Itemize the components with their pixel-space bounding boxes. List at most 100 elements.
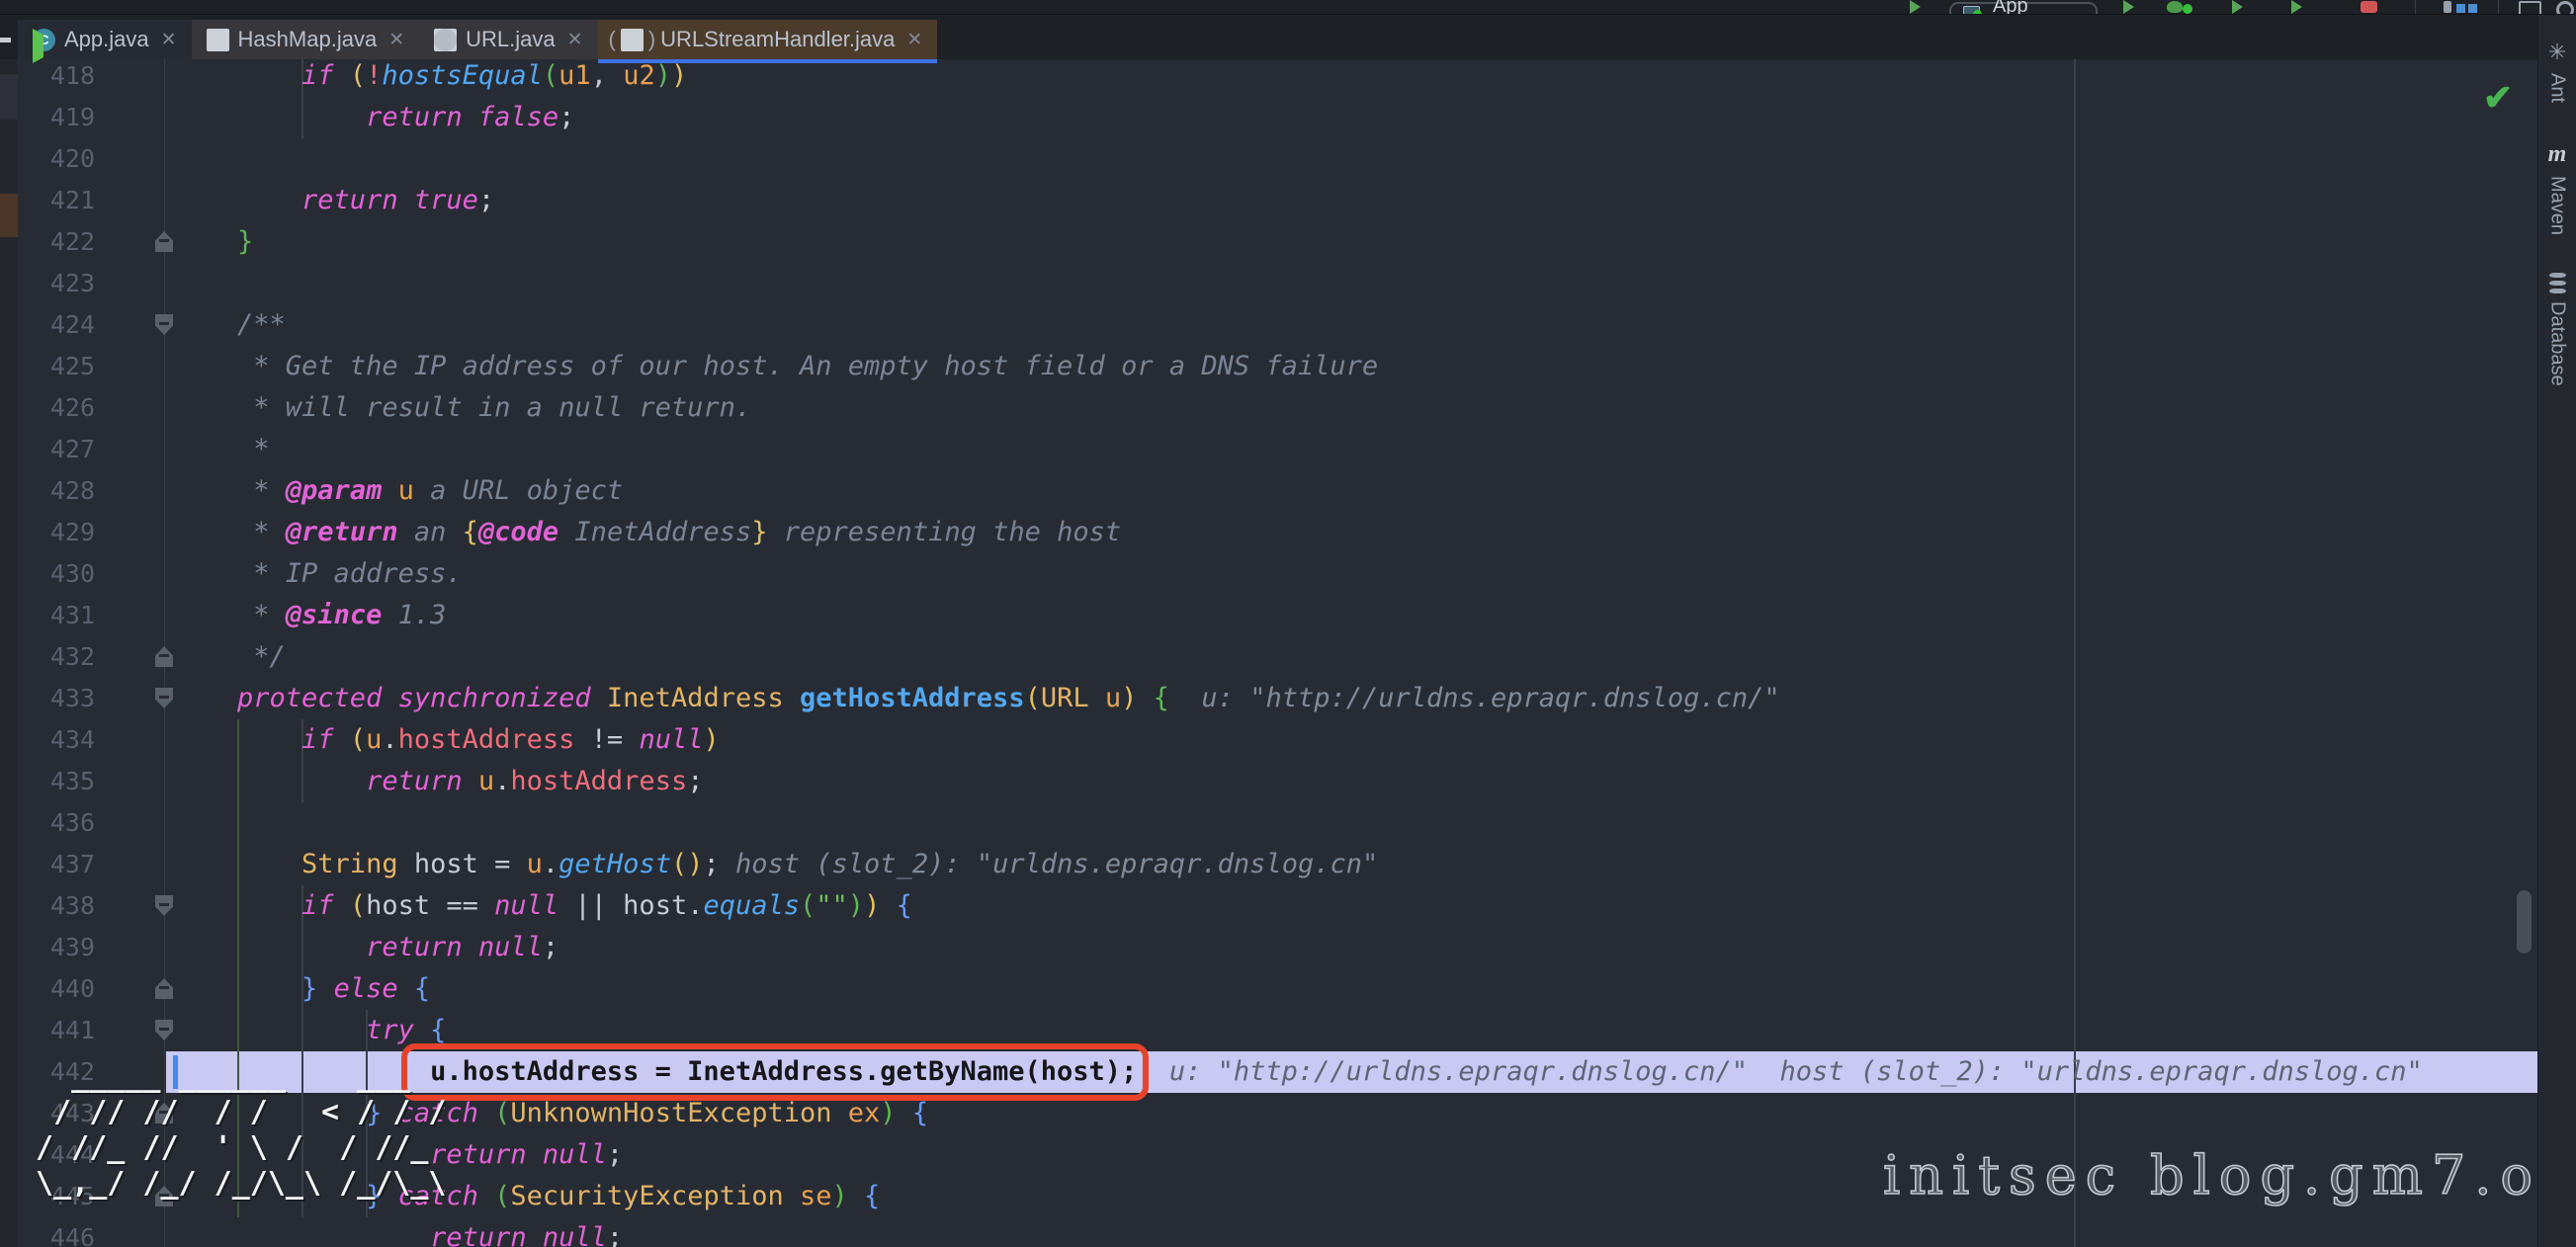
main-toolbar: App [0,0,2576,15]
line-number: 439 [36,927,95,968]
inline-debugger-hint: u: "http://urldns.epraqr.dnslog.cn/" [1169,683,1780,713]
tab-label: URL.java [466,27,555,52]
editor-scrollbar-thumb[interactable] [2517,890,2532,954]
line-number: 427 [36,429,95,470]
profiler-run-icon[interactable] [2291,0,2302,14]
right-tool-window-bar: ✳ Ant m Maven Database [2537,0,2576,1247]
coverage-run-icon[interactable] [2232,0,2243,14]
close-icon[interactable]: ✕ [567,29,583,51]
line-number: 435 [36,761,95,802]
ant-icon: ✳ [2548,40,2566,65]
code-line-421[interactable]: return true; [173,180,494,221]
fold-start-icon[interactable] [155,895,173,916]
search-icon[interactable] [2556,1,2574,15]
layout-icon[interactable] [2444,1,2451,13]
code-line-430[interactable]: * IP address. [173,553,463,595]
code-line-428[interactable]: * @param u a URL object [173,470,623,512]
code-line-429[interactable]: * @return an {@code InetAddress} represe… [173,512,1121,553]
maven-icon: m [2548,141,2567,168]
annotation-red-box [401,1043,1149,1101]
line-number: 440 [36,968,95,1010]
line-number: 424 [36,304,95,346]
code-line-426[interactable]: * will result in a null return. [173,387,751,429]
code-line-425[interactable]: * Get the IP address of our host. An emp… [173,346,1378,387]
fold-end-icon[interactable] [155,978,173,999]
close-icon[interactable]: ✕ [161,29,177,51]
inspection-ok-icon[interactable]: ✔ [2483,77,2513,119]
lock-overlay-icon [207,29,229,51]
tab-hashmap-java[interactable]: C HashMap.java ✕ [192,20,420,59]
code-line-424[interactable]: /** [173,304,286,346]
fold-start-icon[interactable] [155,688,173,708]
run-arrow-icon[interactable] [1910,0,1921,14]
code-line-441[interactable]: try { [173,1010,446,1051]
line-number: 423 [36,263,95,304]
code-line-433[interactable]: protected synchronized InetAddress getHo… [173,678,1780,719]
tab-app-java[interactable]: C App.java ✕ [18,20,192,59]
ascii-art-watermark: _____ ______ ___ / // // / / < / / / / /… [18,1059,446,1202]
class-icon: C [621,29,644,51]
tool-window-button-database[interactable]: Database [2538,273,2576,386]
lock-overlay-icon [621,29,644,51]
tab-urlstreamhandler-java[interactable]: (C)URLStreamHandler.java✕ [598,20,938,59]
left-edge-block [0,74,18,120]
left-edge-dash [0,38,11,42]
fold-end-icon[interactable] [155,231,173,252]
code-line-437[interactable]: String host = u.getHost(); host (slot_2)… [173,844,1378,885]
tool-window-icon[interactable] [2519,1,2541,15]
class-icon: C [434,29,457,51]
line-number: 426 [36,387,95,429]
code-line-419[interactable]: return false; [173,97,574,138]
inline-debugger-hint: host (slot_2): "urldns.epraqr.dnslog.cn" [720,849,1378,879]
tool-window-button-ant[interactable]: ✳ Ant [2538,40,2576,103]
tool-window-label: Ant [2546,73,2569,103]
fold-end-icon[interactable] [155,646,173,667]
line-number: 420 [36,138,95,180]
line-number: 433 [36,678,95,719]
line-number: 431 [36,595,95,636]
stop-icon[interactable] [2361,1,2377,13]
code-line-427[interactable]: * [173,429,270,470]
code-line-439[interactable]: return null; [173,927,558,968]
code-line-422[interactable]: } [173,221,253,263]
code-line-440[interactable]: } else { [173,968,430,1010]
tab-label: URLStreamHandler.java [660,27,895,52]
line-number: 436 [36,802,95,844]
tab-label: HashMap.java [238,27,378,52]
layout-blue-square [2456,4,2465,13]
fold-start-icon[interactable] [155,1020,173,1040]
fold-start-icon[interactable] [155,314,173,335]
left-edge-brown-block [0,194,18,237]
close-icon[interactable]: ✕ [388,29,404,51]
line-number: 446 [36,1217,95,1247]
debug-icon[interactable] [2167,1,2183,13]
blog-watermark: initsec blog.gm7.org [1883,1144,2576,1206]
code-line-434[interactable]: if (u.hostAddress != null) [173,719,720,761]
editor-tab-bar: CApp.java✕CHashMap.java✕CURL.java✕(C)URL… [18,14,2576,59]
code-line-438[interactable]: if (host == null || host.equals("")) { [173,885,912,927]
tool-window-button-maven[interactable]: m Maven [2538,141,2576,235]
tab-url-java[interactable]: C URL.java ✕ [419,20,597,59]
debug-running-dot-icon [2183,4,2192,14]
ide-window: App 418 if (!hostsEqual(u1, u2))419 retu… [0,0,2576,1247]
dot-overlay-icon [434,29,457,51]
code-line-446[interactable]: return null; [173,1217,623,1247]
class-icon: C [207,29,229,51]
run-icon[interactable] [2123,0,2134,14]
class-icon: C [33,29,55,51]
line-number: 441 [36,1010,95,1051]
close-icon[interactable]: ✕ [906,29,922,51]
run-overlay-icon [33,29,66,63]
code-line-432[interactable]: */ [173,636,286,678]
toolbar-separator [2415,0,2416,14]
code-line-431[interactable]: * @since 1.3 [173,595,446,636]
tab-label: App.java [64,27,149,52]
run-config-combo[interactable]: App [1949,2,2098,15]
line-number: 419 [36,97,95,138]
line-number: 437 [36,844,95,885]
left-panel-edge [0,0,18,1247]
toolbar-separator [2498,0,2499,14]
tool-window-label: Maven [2546,176,2569,235]
code-line-435[interactable]: return u.hostAddress; [173,761,703,802]
layout-blue-square [2468,4,2477,13]
